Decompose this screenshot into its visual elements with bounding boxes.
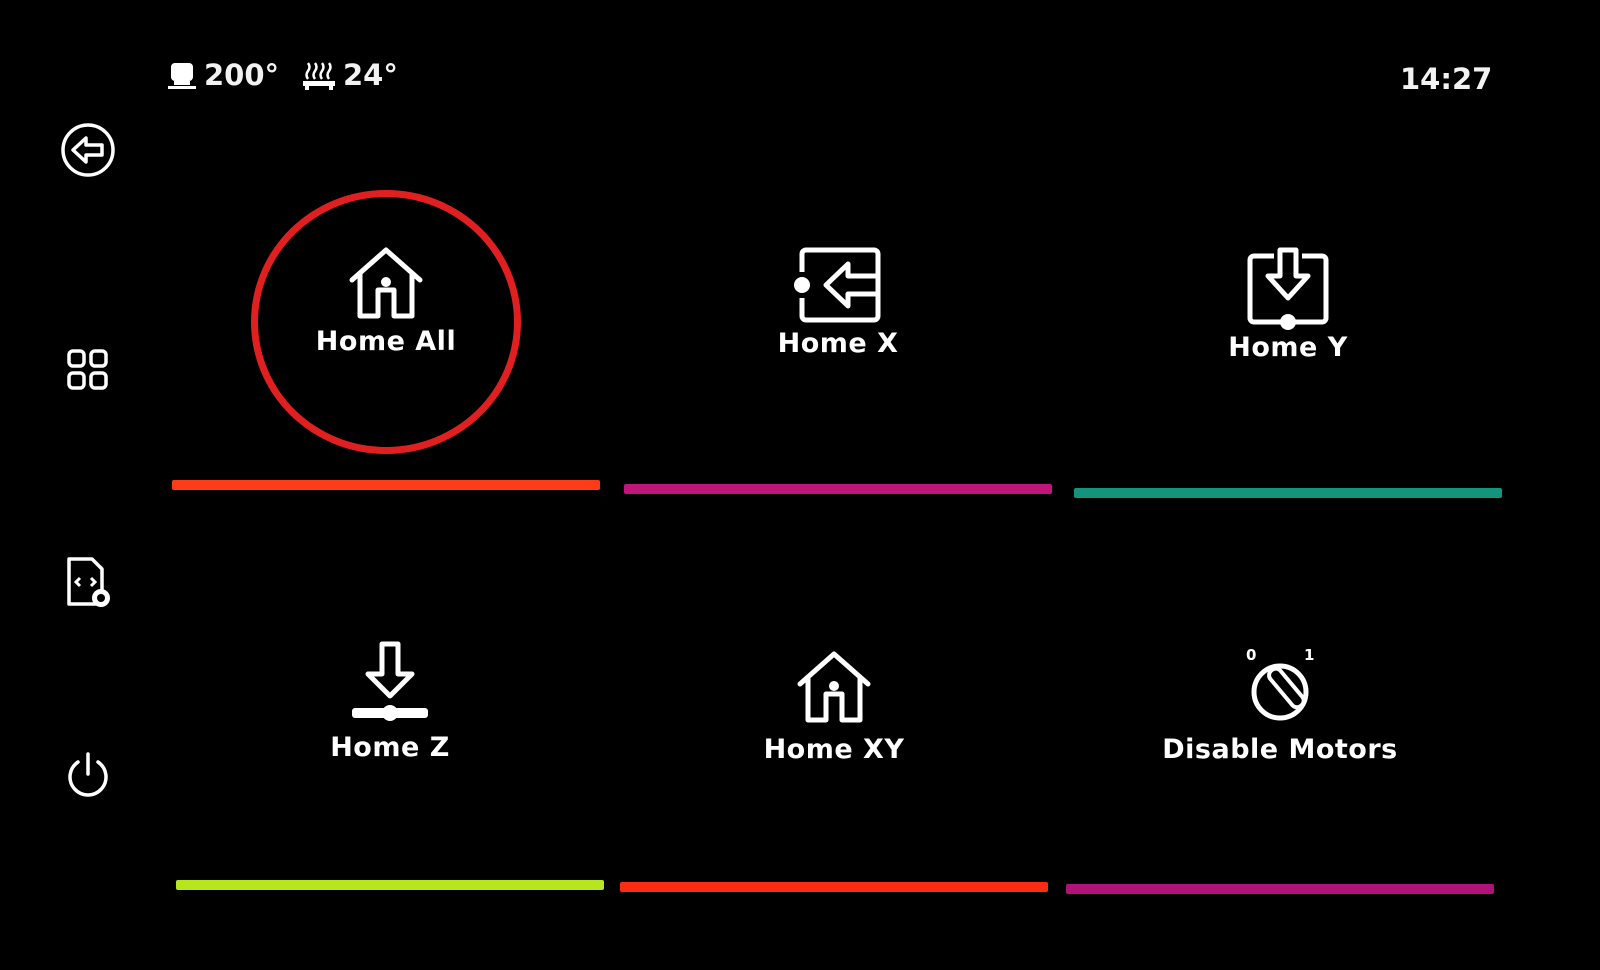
disable-motors-button[interactable]: 0 1 Disable Motors: [1062, 646, 1498, 894]
heated-bed-icon: [303, 62, 335, 90]
back-button[interactable]: [50, 112, 126, 188]
disable-motors-label: Disable Motors: [1162, 734, 1398, 765]
home-z-label: Home Z: [330, 732, 450, 763]
power-icon: [68, 752, 108, 797]
home-xy-label: Home XY: [763, 734, 905, 765]
grid-menu-icon: [67, 349, 108, 390]
home-y-button[interactable]: Home Y: [1070, 246, 1506, 498]
home-xy-button[interactable]: Home XY: [616, 650, 1052, 892]
hotend-temp-value: 200°: [204, 58, 280, 92]
clock: 14:27: [1400, 62, 1493, 96]
motor-switch-on-label: 1: [1304, 646, 1314, 664]
home-all-button[interactable]: Home All: [168, 247, 604, 492]
hotend-temperature: 200°: [168, 58, 279, 92]
home-z-button[interactable]: Home Z: [172, 641, 608, 890]
home-z-color-bar: [176, 880, 604, 890]
home-x-icon: [792, 247, 881, 323]
back-arrow-icon: [61, 123, 115, 177]
home-all-label: Home All: [315, 326, 457, 357]
home-xy-color-bar: [620, 882, 1048, 892]
home-x-color-bar: [624, 484, 1052, 494]
home-xy-icon: [797, 651, 871, 723]
home-all-icon: [349, 247, 423, 319]
bed-temperature: 24°: [303, 58, 398, 92]
home-x-label: Home X: [777, 328, 899, 359]
hotend-icon: [168, 63, 196, 89]
file-print-icon: [67, 557, 110, 607]
disable-motors-color-bar: [1066, 884, 1494, 894]
bed-temp-value: 24°: [343, 58, 398, 92]
printer-touchscreen: 200° 24° 14:27 Home All Home X Home Y Ho…: [0, 0, 1600, 970]
menu-button[interactable]: [50, 332, 126, 408]
home-y-label: Home Y: [1228, 332, 1348, 363]
disable-motors-icon: 0 1: [1246, 646, 1314, 721]
home-z-icon: [352, 641, 428, 721]
home-all-color-bar: [172, 480, 600, 490]
files-button[interactable]: [50, 545, 126, 621]
home-y-color-bar: [1074, 488, 1502, 498]
home-x-button[interactable]: Home X: [620, 247, 1056, 494]
home-y-icon: [1247, 246, 1329, 330]
motor-switch-off-label: 0: [1246, 646, 1256, 664]
power-button[interactable]: [50, 738, 126, 814]
